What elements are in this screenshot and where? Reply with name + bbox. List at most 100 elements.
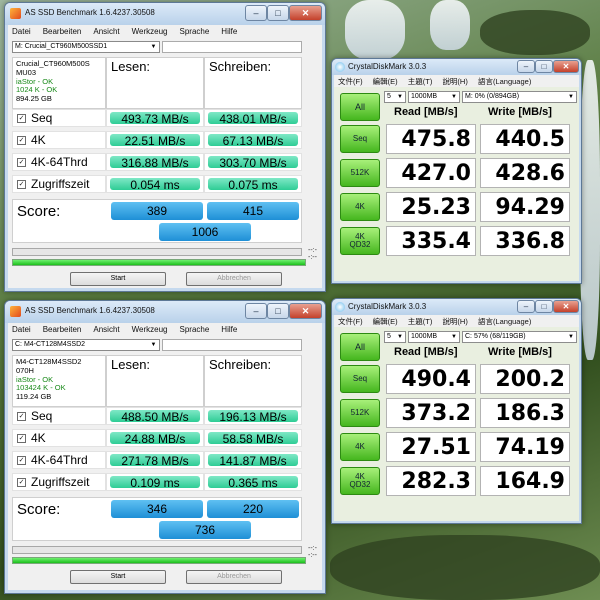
progress-bar — [12, 546, 302, 554]
checkbox-checked-icon[interactable]: ✓ — [17, 412, 26, 421]
result-read: 0.054 ms — [106, 175, 204, 193]
result-write: 58.58 MB/s — [204, 429, 302, 447]
test-4k[interactable]: ✓ 4K — [12, 429, 106, 447]
drive-select[interactable]: M: 0% (0/894GB) ▼ — [462, 91, 577, 103]
drive-size: 894.25 GB — [16, 94, 52, 104]
drive-select[interactable]: C: 57% (68/119GB) ▼ — [462, 331, 577, 343]
maximize-button[interactable]: □ — [267, 5, 289, 21]
drive-select[interactable]: C: M4-CT128M4SSD2 ▼ — [12, 339, 160, 351]
score-write: 220 — [207, 500, 299, 518]
result-value: 303.70 MB/s — [219, 156, 287, 170]
title-bar[interactable]: AS SSD Benchmark 1.6.4237.30508 – □ ✕ — [5, 301, 325, 323]
menu-ansicht[interactable]: Ansicht — [93, 323, 125, 337]
menu-werkzeug[interactable]: Werkzeug — [132, 25, 174, 39]
window-title: AS SSD Benchmark 1.6.4237.30508 — [25, 8, 155, 17]
maximize-button[interactable]: □ — [535, 60, 553, 73]
status-bar — [12, 557, 306, 564]
checkbox-checked-icon[interactable]: ✓ — [17, 136, 26, 145]
test-4k-64thrd[interactable]: ✓ 4K-64Thrd — [12, 451, 106, 469]
as-ssd-window-2: AS SSD Benchmark 1.6.4237.30508 – □ ✕ Da… — [4, 300, 326, 594]
menu-sprache[interactable]: Sprache — [180, 25, 216, 39]
size-select[interactable]: 1000MB ▼ — [408, 91, 460, 103]
menu-datei[interactable]: Datei — [12, 323, 37, 337]
menu-help[interactable]: 說明(H) — [442, 77, 467, 86]
4k-button[interactable]: 4K — [340, 433, 380, 461]
menu-bearbeiten[interactable]: Bearbeiten — [43, 323, 88, 337]
menu-theme[interactable]: 主題(T) — [408, 317, 433, 326]
start-button[interactable]: Start — [70, 272, 166, 286]
menu-language[interactable]: 語言(Language) — [478, 317, 531, 326]
runs-select[interactable]: 5 ▼ — [384, 331, 406, 343]
test-seq[interactable]: ✓ Seq — [12, 109, 106, 127]
score-panel: Score: 346 220 736 — [12, 497, 302, 541]
drive-select[interactable]: M: Crucial_CT960M500SSD1 ▼ — [12, 41, 160, 53]
4k-qd32-write: 336.8 — [480, 226, 570, 256]
size-select[interactable]: 1000MB ▼ — [408, 331, 460, 343]
menu-edit[interactable]: 編輯(E) — [373, 317, 398, 326]
menu-hilfe[interactable]: Hilfe — [221, 323, 243, 337]
512k-button[interactable]: 512K — [340, 159, 380, 187]
wallpaper-waterfall — [580, 60, 600, 360]
4k-qd32-button[interactable]: 4K QD32 — [340, 227, 380, 255]
test-seq[interactable]: ✓ Seq — [12, 407, 106, 425]
test-4k-64thrd[interactable]: ✓ 4K-64Thrd — [12, 153, 106, 171]
menu-help[interactable]: 說明(H) — [442, 317, 467, 326]
app-icon — [335, 62, 345, 72]
chevron-down-icon: ▼ — [150, 44, 157, 50]
result-value: 196.13 MB/s — [219, 410, 287, 424]
status-field — [162, 41, 302, 53]
checkbox-checked-icon[interactable]: ✓ — [17, 180, 26, 189]
test-access-time[interactable]: ✓ Zugriffszeit — [12, 175, 106, 193]
minimize-button[interactable]: – — [245, 303, 267, 319]
4k-qd32-button[interactable]: 4K QD32 — [340, 467, 380, 495]
close-button[interactable]: ✕ — [553, 300, 579, 313]
menu-file[interactable]: 文件(F) — [338, 77, 363, 86]
4k-button[interactable]: 4K — [340, 193, 380, 221]
as-ssd-window-1: AS SSD Benchmark 1.6.4237.30508 – □ ✕ Da… — [4, 2, 326, 292]
seq-button[interactable]: Seq — [340, 125, 380, 153]
maximize-button[interactable]: □ — [535, 300, 553, 313]
title-bar[interactable]: CrystalDiskMark 3.0.3 – □ ✕ — [332, 299, 581, 315]
test-label: 4K-64Thrd — [31, 453, 88, 467]
title-bar[interactable]: AS SSD Benchmark 1.6.4237.30508 – □ ✕ — [5, 3, 325, 25]
menu-datei[interactable]: Datei — [12, 25, 37, 39]
start-button[interactable]: Start — [70, 570, 166, 584]
result-write: 303.70 MB/s — [204, 153, 302, 171]
checkbox-checked-icon[interactable]: ✓ — [17, 114, 26, 123]
checkbox-checked-icon[interactable]: ✓ — [17, 478, 26, 487]
checkbox-checked-icon[interactable]: ✓ — [17, 434, 26, 443]
seq-button[interactable]: Seq — [340, 365, 380, 393]
menu-theme[interactable]: 主題(T) — [408, 77, 433, 86]
write-header: Write [MB/s] — [488, 106, 552, 118]
menu-sprache[interactable]: Sprache — [180, 323, 216, 337]
checkbox-checked-icon[interactable]: ✓ — [17, 456, 26, 465]
minimize-button[interactable]: – — [245, 5, 267, 21]
menu-ansicht[interactable]: Ansicht — [93, 25, 125, 39]
4k-read: 25.23 — [386, 192, 476, 222]
maximize-button[interactable]: □ — [267, 303, 289, 319]
close-button[interactable]: ✕ — [553, 60, 579, 73]
test-access-time[interactable]: ✓ Zugriffszeit — [12, 473, 106, 491]
menu-file[interactable]: 文件(F) — [338, 317, 363, 326]
close-button[interactable]: ✕ — [289, 5, 322, 21]
minimize-button[interactable]: – — [517, 300, 535, 313]
abort-button[interactable]: Abbrechen — [186, 570, 282, 584]
test-4k[interactable]: ✓ 4K — [12, 131, 106, 149]
512k-button[interactable]: 512K — [340, 399, 380, 427]
menu-hilfe[interactable]: Hilfe — [221, 25, 243, 39]
seq-read: 475.8 — [386, 124, 476, 154]
all-button[interactable]: All — [340, 333, 380, 361]
result-value: 141.87 MB/s — [219, 454, 287, 468]
menu-language[interactable]: 語言(Language) — [478, 77, 531, 86]
4k-qd32-write: 164.9 — [480, 466, 570, 496]
menu-edit[interactable]: 編輯(E) — [373, 77, 398, 86]
minimize-button[interactable]: – — [517, 60, 535, 73]
checkbox-checked-icon[interactable]: ✓ — [17, 158, 26, 167]
menu-bearbeiten[interactable]: Bearbeiten — [43, 25, 88, 39]
all-button[interactable]: All — [340, 93, 380, 121]
close-button[interactable]: ✕ — [289, 303, 322, 319]
runs-select[interactable]: 5 ▼ — [384, 91, 406, 103]
menu-werkzeug[interactable]: Werkzeug — [132, 323, 174, 337]
abort-button[interactable]: Abbrechen — [186, 272, 282, 286]
title-bar[interactable]: CrystalDiskMark 3.0.3 – □ ✕ — [332, 59, 581, 75]
